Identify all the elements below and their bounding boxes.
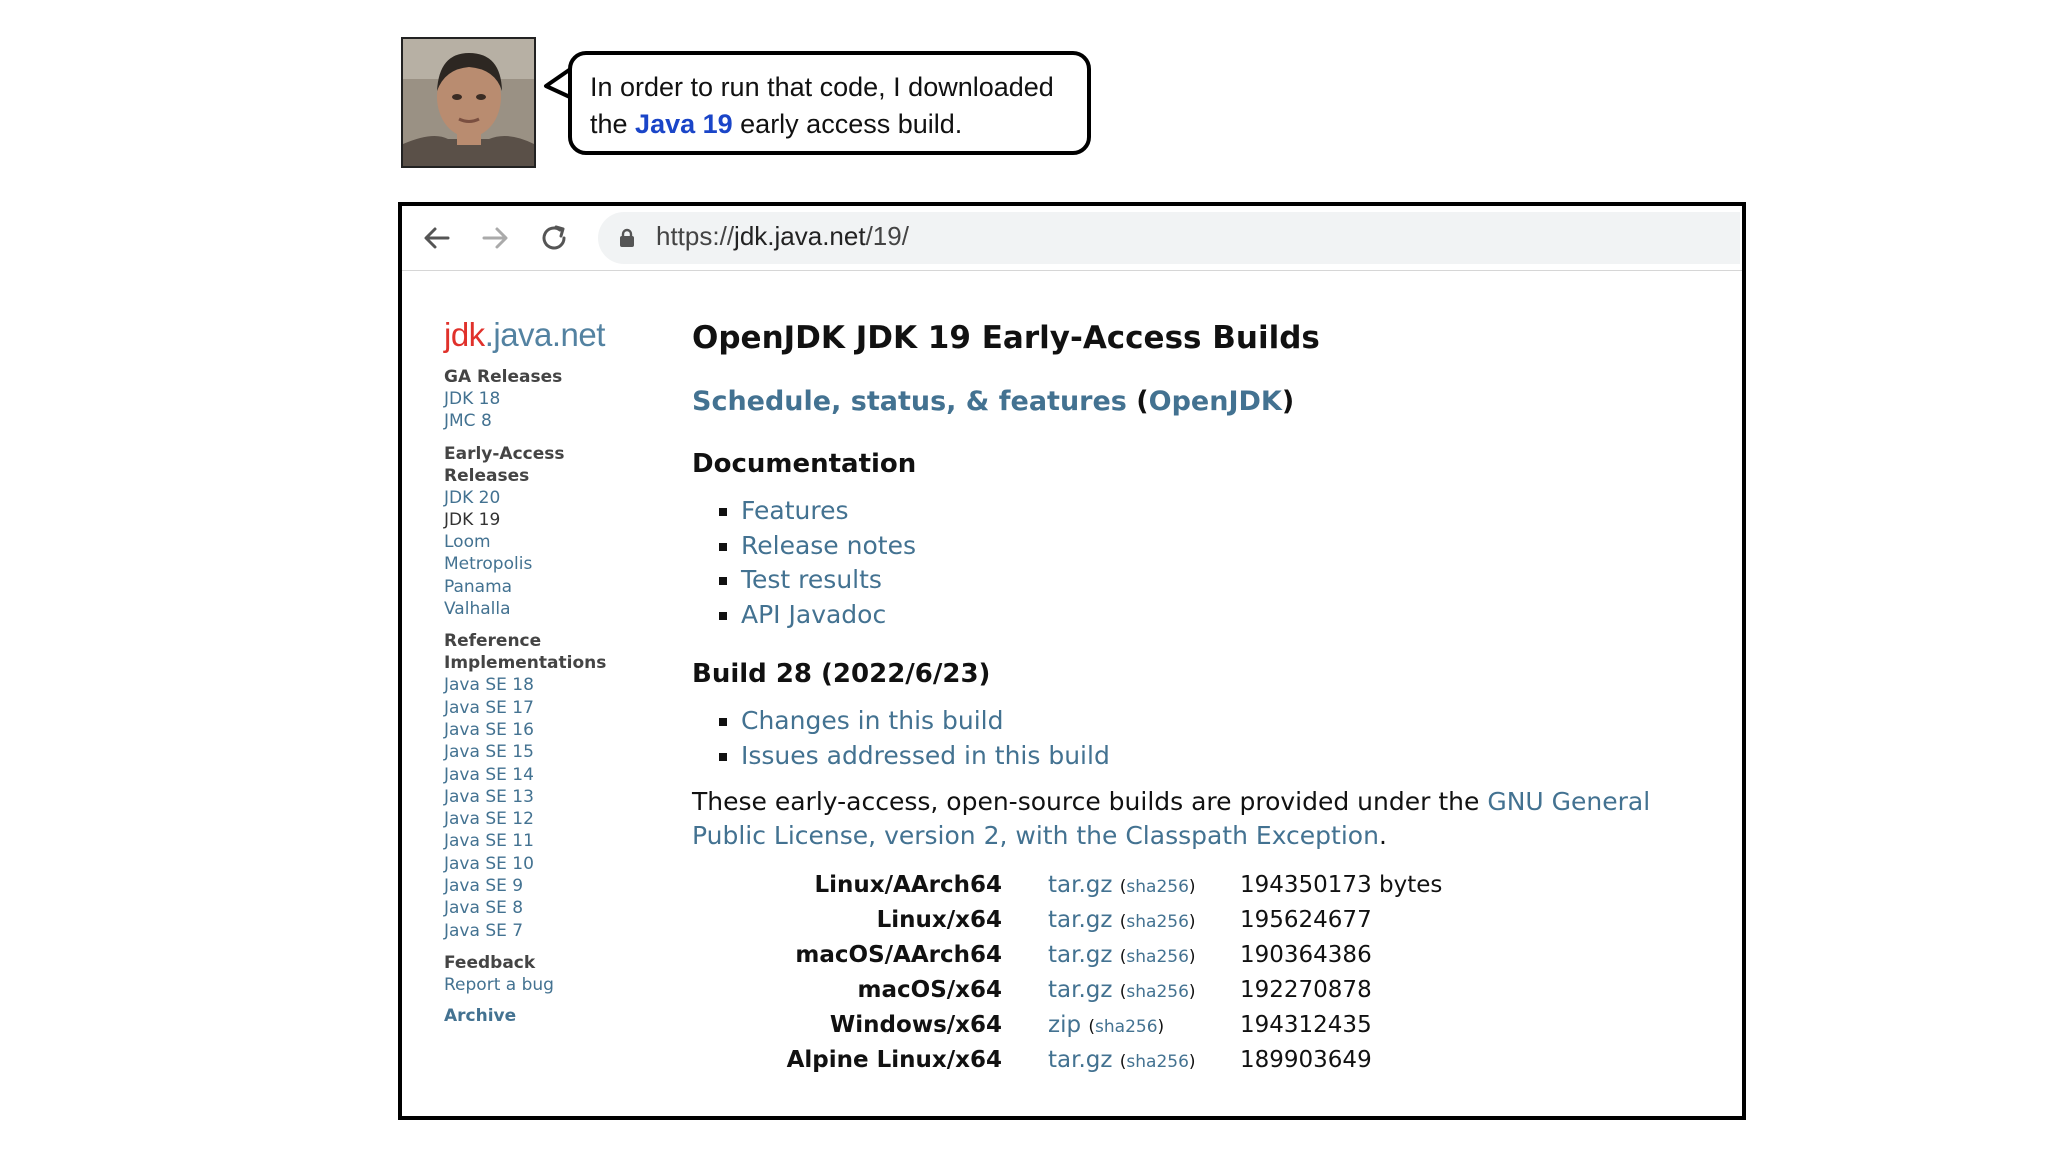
features-link[interactable]: Features bbox=[741, 496, 849, 525]
back-button[interactable] bbox=[420, 221, 454, 255]
list-item: Release notes bbox=[741, 529, 1732, 564]
archive-link[interactable]: Archive bbox=[444, 1006, 644, 1026]
sha256-link[interactable]: sha256 bbox=[1126, 947, 1189, 967]
sidebar-item-java-se-18[interactable]: Java SE 18 bbox=[444, 674, 644, 696]
size-cell: 194312435 bbox=[1240, 1011, 1372, 1038]
list-item: Features bbox=[741, 494, 1732, 529]
sidebar-item-metropolis[interactable]: Metropolis bbox=[444, 553, 644, 575]
table-row: Linux/AArch64 tar.gz (sha256) 194350173 … bbox=[692, 867, 1443, 902]
sidebar-item-java-se-8[interactable]: Java SE 8 bbox=[444, 897, 644, 919]
sidebar-item-jdk-19-current: JDK 19 bbox=[444, 509, 501, 530]
sidebar-item-valhalla[interactable]: Valhalla bbox=[444, 598, 644, 620]
download-link[interactable]: tar.gz bbox=[1048, 1047, 1112, 1073]
download-link[interactable]: tar.gz bbox=[1048, 872, 1112, 898]
size-cell: 189903649 bbox=[1240, 1046, 1372, 1073]
reload-icon bbox=[542, 225, 566, 250]
size-cell: 194350173 bytes bbox=[1240, 871, 1443, 898]
sidebar-item-java-se-10[interactable]: Java SE 10 bbox=[444, 853, 644, 875]
download-link[interactable]: tar.gz bbox=[1048, 907, 1112, 933]
sha256-link[interactable]: sha256 bbox=[1095, 1017, 1158, 1037]
sidebar-item-jdk-20[interactable]: JDK 20 bbox=[444, 487, 644, 509]
sha256-link[interactable]: sha256 bbox=[1126, 1052, 1189, 1072]
list-item: Changes in this build bbox=[741, 704, 1732, 739]
java-19-highlight: Java 19 bbox=[635, 109, 733, 139]
list-item: Test results bbox=[741, 563, 1732, 598]
speech-line-1: In order to run that code, I downloaded bbox=[590, 72, 1054, 102]
page-title: OpenJDK JDK 19 Early-Access Builds bbox=[692, 320, 1320, 356]
back-arrow-icon bbox=[424, 227, 450, 249]
sidebar-item-java-se-12[interactable]: Java SE 12 bbox=[444, 808, 644, 830]
openjdk-link[interactable]: OpenJDK bbox=[1149, 386, 1282, 417]
download-link[interactable]: tar.gz bbox=[1048, 977, 1112, 1003]
download-link[interactable]: zip bbox=[1048, 1012, 1081, 1038]
size-cell: 192270878 bbox=[1240, 976, 1372, 1003]
schedule-line: Schedule, status, & features (OpenJDK) bbox=[692, 386, 1295, 417]
sidebar-item-java-se-13[interactable]: Java SE 13 bbox=[444, 786, 644, 808]
platform-cell: Linux/AArch64 bbox=[814, 871, 1002, 898]
platform-cell: Windows/x64 bbox=[829, 1011, 1002, 1038]
speech-line-2: the Java 19 early access build. bbox=[590, 109, 963, 139]
sha256-link[interactable]: sha256 bbox=[1126, 982, 1189, 1002]
address-bar[interactable]: https://jdk.java.net/19/ bbox=[598, 212, 1740, 264]
browser-window: https://jdk.java.net/19/ jdk.java.net GA… bbox=[398, 202, 1746, 1120]
list-item: API Javadoc bbox=[741, 598, 1732, 633]
browser-toolbar: https://jdk.java.net/19/ bbox=[402, 206, 1742, 271]
sidebar-item-java-se-14[interactable]: Java SE 14 bbox=[444, 764, 644, 786]
issues-link[interactable]: Issues addressed in this build bbox=[741, 741, 1110, 770]
changes-link[interactable]: Changes in this build bbox=[741, 706, 1003, 735]
sidebar-item-java-se-16[interactable]: Java SE 16 bbox=[444, 719, 644, 741]
build-heading: Build 28 (2022/6/23) bbox=[692, 659, 991, 689]
lock-icon bbox=[620, 228, 634, 247]
report-bug-link[interactable]: Report a bug bbox=[444, 974, 644, 996]
sha256-link[interactable]: sha256 bbox=[1126, 912, 1189, 932]
release-notes-link[interactable]: Release notes bbox=[741, 531, 916, 560]
reference-implementations-heading: Reference Implementations bbox=[444, 631, 607, 674]
documentation-heading: Documentation bbox=[692, 449, 917, 479]
forward-button[interactable] bbox=[478, 221, 512, 255]
sidebar-item-java-se-7[interactable]: Java SE 7 bbox=[444, 920, 644, 942]
downloads-table: Linux/AArch64 tar.gz (sha256) 194350173 … bbox=[692, 867, 1443, 1077]
reload-button[interactable] bbox=[537, 221, 571, 255]
sidebar-item-java-se-17[interactable]: Java SE 17 bbox=[444, 697, 644, 719]
size-cell: 195624677 bbox=[1240, 906, 1372, 933]
feedback-heading: Feedback bbox=[444, 952, 536, 973]
sidebar-item-java-se-15[interactable]: Java SE 15 bbox=[444, 741, 644, 763]
sha256-link[interactable]: sha256 bbox=[1126, 877, 1189, 897]
presenter-photo bbox=[401, 37, 536, 168]
api-javadoc-link[interactable]: API Javadoc bbox=[741, 600, 886, 629]
sidebar-item-panama[interactable]: Panama bbox=[444, 576, 644, 598]
site-logo[interactable]: jdk.java.net bbox=[444, 316, 644, 354]
table-row: Windows/x64 zip (sha256) 194312435 bbox=[692, 1007, 1442, 1042]
sidebar-item-java-se-11[interactable]: Java SE 11 bbox=[444, 830, 644, 852]
sidebar-item-java-se-9[interactable]: Java SE 9 bbox=[444, 875, 644, 897]
url-host: jdk.java.net bbox=[734, 221, 866, 251]
documentation-list: Features Release notes Test results API … bbox=[692, 494, 1732, 632]
test-results-link[interactable]: Test results bbox=[741, 565, 882, 594]
forward-arrow-icon bbox=[482, 227, 508, 249]
list-item: Issues addressed in this build bbox=[741, 739, 1732, 774]
build-list: Changes in this build Issues addressed i… bbox=[692, 704, 1732, 773]
platform-cell: macOS/x64 bbox=[857, 976, 1002, 1003]
platform-cell: Alpine Linux/x64 bbox=[786, 1046, 1002, 1073]
table-row: macOS/AArch64 tar.gz (sha256) 190364386 bbox=[692, 937, 1442, 972]
main-content: OpenJDK JDK 19 Early-Access Builds Sched… bbox=[692, 316, 1732, 1077]
table-row: macOS/x64 tar.gz (sha256) 192270878 bbox=[692, 972, 1442, 1007]
schedule-link[interactable]: Schedule, status, & features bbox=[692, 386, 1127, 417]
sidebar-item-jmc-8[interactable]: JMC 8 bbox=[444, 410, 644, 432]
size-cell: 190364386 bbox=[1240, 941, 1372, 968]
platform-cell: macOS/AArch64 bbox=[795, 941, 1002, 968]
early-access-heading: Early-Access Releases bbox=[444, 443, 565, 486]
download-link[interactable]: tar.gz bbox=[1048, 942, 1112, 968]
platform-cell: Linux/x64 bbox=[876, 906, 1002, 933]
url-text: https://jdk.java.net/19/ bbox=[656, 221, 909, 251]
sidebar-item-loom[interactable]: Loom bbox=[444, 531, 644, 553]
speech-bubble: In order to run that code, I downloaded … bbox=[568, 51, 1091, 155]
table-row: Alpine Linux/x64 tar.gz (sha256) 1899036… bbox=[692, 1042, 1442, 1077]
table-row: Linux/x64 tar.gz (sha256) 195624677 bbox=[692, 902, 1442, 937]
sidebar-item-jdk-18[interactable]: JDK 18 bbox=[444, 388, 644, 410]
site-sidebar: jdk.java.net GA Releases JDK 18 JMC 8 Ea… bbox=[444, 316, 644, 1026]
license-paragraph: These early-access, open-source builds a… bbox=[692, 787, 1651, 850]
ga-releases-heading: GA Releases bbox=[444, 367, 563, 387]
